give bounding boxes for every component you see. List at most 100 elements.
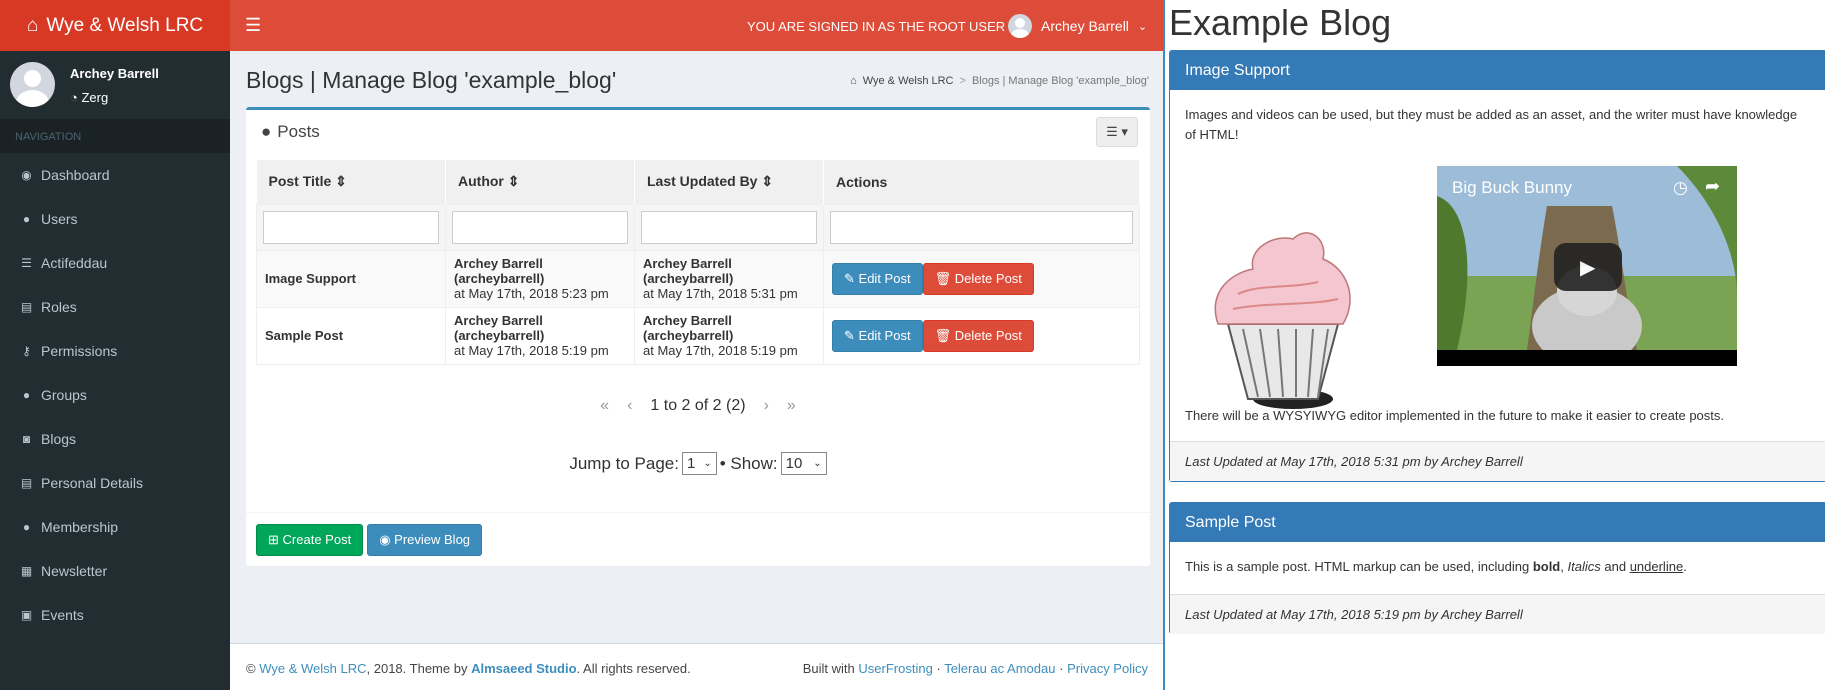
prev-page-icon[interactable]: ‹ (627, 397, 632, 415)
footer-brand-link[interactable]: Wye & Welsh LRC (259, 661, 366, 676)
preview-blog-button[interactable]: ◉ Preview Blog (367, 524, 483, 556)
calendar-icon: ▣ (20, 608, 33, 622)
filter-author-input[interactable] (452, 210, 628, 244)
sidebar-item-label: Blogs (41, 431, 77, 447)
chevron-down-icon: ⌄ (813, 458, 822, 469)
show-value: 10 (785, 455, 803, 472)
delete-post-button[interactable]: 🗑︎ Delete Post (922, 319, 1034, 352)
filter-row (256, 203, 1140, 251)
column-header-last-updated[interactable]: Last Updated By ⇕ (634, 160, 824, 204)
sidebar-item-label: Newsletter (41, 563, 108, 579)
sidebar-item-permissions[interactable]: ⚷ Permissions (0, 329, 230, 373)
sidebar-item-personal-details[interactable]: ▤ Personal Details (0, 461, 230, 505)
page-title: Blogs | Manage Blog 'example_blog' (246, 67, 617, 93)
footer-studio-link[interactable]: Almsaeed Studio (471, 661, 576, 676)
filter-updated-input[interactable] (641, 210, 817, 244)
sidebar-item-label: Roles (41, 299, 77, 315)
footer-copyright: © Wye & Welsh LRC, 2018. Theme by Almsae… (246, 661, 691, 676)
footer-year-text: , 2018. Theme by (366, 661, 468, 676)
privacy-link[interactable]: Privacy Policy (1067, 661, 1148, 676)
first-page-icon[interactable]: « (600, 397, 609, 415)
filter-cell (634, 203, 824, 251)
key-icon: ⚷ (22, 344, 31, 358)
groups-icon: ● (22, 388, 31, 402)
author-name: Archey Barrell (archeybarrell) (454, 256, 545, 286)
userfrosting-link[interactable]: UserFrosting (858, 661, 932, 676)
user-menu-name: Archey Barrell (1041, 18, 1129, 34)
sidebar-item-actifeddau[interactable]: ☰ Actifeddau (0, 241, 230, 285)
video-player[interactable]: Big Buck Bunny ◷ ➦ ▶ (1437, 166, 1737, 366)
column-header-actions: Actions (823, 160, 1140, 204)
author-cell: Archey Barrell (archeybarrell) at May 17t… (445, 249, 635, 308)
membership-icon: ● (22, 520, 31, 534)
post-title-cell: Image Support (256, 249, 446, 308)
table-row: Image Support Archey Barrell (archeybarr… (256, 249, 1140, 308)
create-post-button[interactable]: ⊞ Create Post (256, 524, 364, 556)
sidebar-item-dashboard[interactable]: ◉ Dashboard (0, 153, 230, 197)
sidebar-item-label: Personal Details (41, 475, 143, 491)
sort-icon: ⇕ (507, 173, 520, 190)
sidebar-user-name: Archey Barrell (70, 66, 159, 81)
delete-label: Delete Post (954, 327, 1022, 343)
sidebar-item-label: Membership (41, 519, 119, 535)
edit-post-button[interactable]: ✎ Edit Post (832, 262, 923, 295)
post-body: This is a sample post. HTML markup can b… (1170, 542, 1825, 594)
edit-icon: ✎ (844, 327, 855, 343)
edit-icon: ✎ (844, 270, 855, 286)
actions-cell: ✎ Edit Post 🗑︎ Delete Post (823, 306, 1140, 365)
top-navbar: ☰ YOU ARE SIGNED IN AS THE ROOT USER Arc… (230, 0, 1163, 51)
brand-logo[interactable]: ⌂ Wye & Welsh LRC (0, 0, 230, 51)
sidebar-item-users[interactable]: ● Users (0, 197, 230, 241)
blog-post-panel: Sample Post This is a sample post. HTML … (1169, 502, 1825, 634)
sort-icon: ⇕ (761, 173, 774, 190)
blog-title: Example Blog (1169, 2, 1392, 43)
trash-icon: 🗑︎ (934, 270, 952, 286)
nav-header: NAVIGATION (0, 119, 230, 153)
sidebar-item-newsletter[interactable]: ▦ Newsletter (0, 549, 230, 593)
page-size-select[interactable]: 10 ⌄ (780, 452, 827, 475)
filter-title-input[interactable] (263, 210, 439, 244)
page-footer: © Wye & Welsh LRC, 2018. Theme by Almsae… (230, 643, 1163, 690)
updated-name: Archey Barrell (archeybarrell) (643, 313, 734, 343)
filter-actions-input[interactable] (830, 210, 1133, 244)
breadcrumb-home[interactable]: Wye & Welsh LRC (863, 75, 954, 87)
sidebar-item-events[interactable]: ▣ Events (0, 593, 230, 637)
group-icon: ◔ (70, 90, 78, 105)
sidebar-item-blogs[interactable]: ◙ Blogs (0, 417, 230, 461)
activity-icon: ☰ (21, 256, 32, 270)
cupcake-image (1214, 232, 1351, 409)
terms-link[interactable]: Telerau ac Amodau (944, 661, 1055, 676)
sidebar-item-roles[interactable]: ▤ Roles (0, 285, 230, 329)
sidebar-item-label: Permissions (41, 343, 118, 359)
play-button[interactable]: ▶ (1554, 243, 1622, 291)
share-icon[interactable]: ➦ (1705, 176, 1720, 197)
sidebar-item-label: Groups (41, 387, 87, 403)
column-header-author[interactable]: Author ⇕ (445, 160, 635, 204)
pagination: « ‹ 1 to 2 of 2 (2) › » (246, 397, 1150, 415)
post-body: Images and videos can be used, but they … (1170, 90, 1825, 160)
delete-post-button[interactable]: 🗑︎ Delete Post (922, 262, 1034, 295)
create-label: Create Post (282, 532, 352, 547)
filter-cell (823, 203, 1140, 251)
user-menu[interactable]: Archey Barrell ⌄ (1008, 14, 1147, 38)
column-header-post-title[interactable]: Post Title ⇕ (256, 160, 446, 204)
separator: · (936, 661, 941, 676)
author-name: Archey Barrell (archeybarrell) (454, 313, 545, 343)
author-date: at May 17th, 2018 5:23 pm (454, 286, 609, 301)
brand-name: Wye & Welsh LRC (46, 14, 204, 36)
avatar (10, 62, 55, 107)
last-page-icon[interactable]: » (787, 397, 796, 415)
jump-page-select[interactable]: 1 ⌄ (681, 452, 717, 475)
edit-post-button[interactable]: ✎ Edit Post (832, 319, 923, 352)
sidebar-item-groups[interactable]: ● Groups (0, 373, 230, 417)
clock-icon[interactable]: ◷ (1673, 178, 1688, 198)
sidebar-item-membership[interactable]: ● Membership (0, 505, 230, 549)
breadcrumb-separator: > (959, 75, 966, 87)
menu-toggle-icon[interactable]: ☰ (245, 15, 261, 36)
user-panel: Archey Barrell ◔ Zerg (0, 51, 230, 119)
next-page-icon[interactable]: › (764, 397, 769, 415)
footer-links: Built with UserFrosting · Telerau ac Amo… (803, 661, 1148, 676)
box-tools-button[interactable]: ☰ ▾ (1096, 117, 1138, 147)
home-icon: ⌂ (26, 14, 39, 36)
column-label: Post Title (268, 173, 332, 190)
